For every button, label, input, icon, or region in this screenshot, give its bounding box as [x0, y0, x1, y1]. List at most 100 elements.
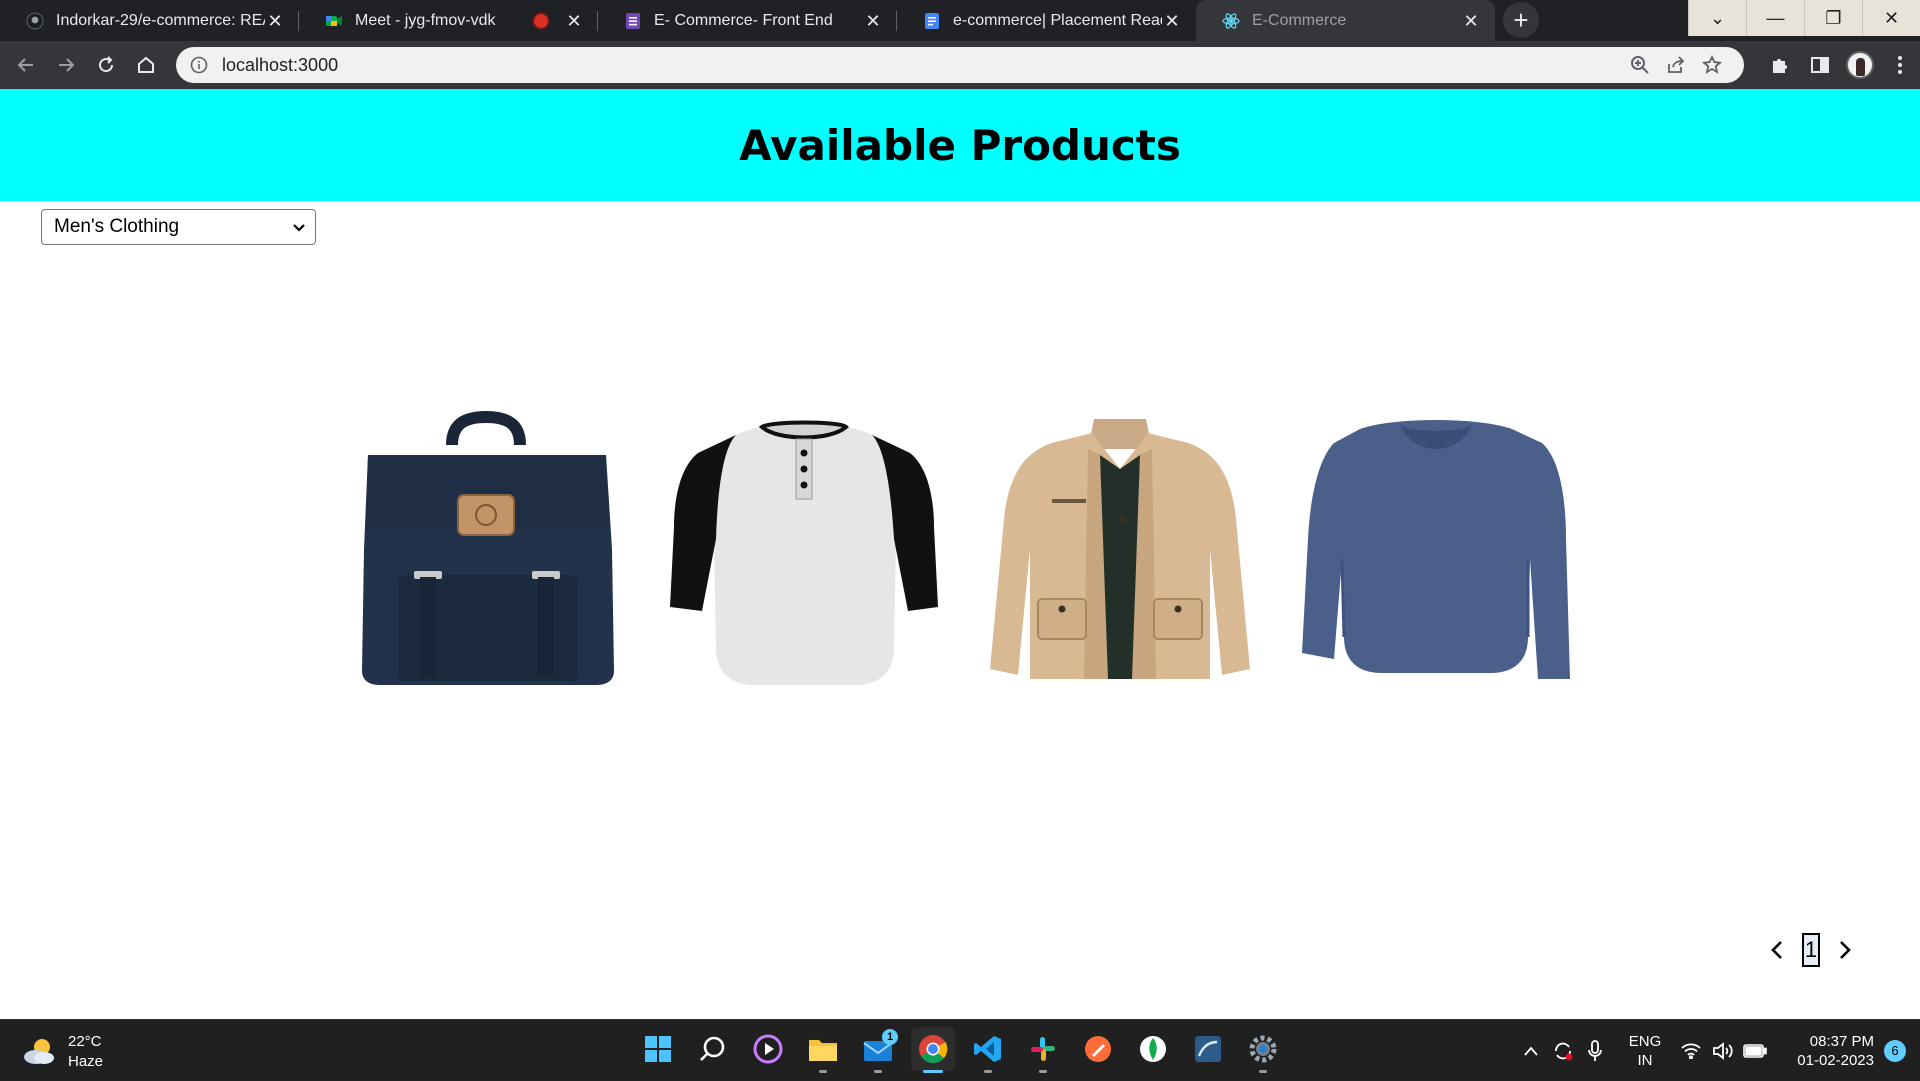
- chevron-up-icon: [1524, 1046, 1538, 1056]
- recording-icon: [534, 13, 548, 28]
- google-forms-icon: [624, 12, 642, 30]
- reload-button[interactable]: [86, 45, 126, 85]
- microphone-button[interactable]: [1579, 1031, 1611, 1071]
- tab-forms[interactable]: E- Commerce- Front End ✕: [598, 0, 897, 41]
- page-title: Available Products: [739, 120, 1181, 170]
- mail-app[interactable]: 1: [856, 1027, 900, 1073]
- close-icon[interactable]: ✕: [564, 11, 584, 31]
- clock-time: 08:37 PM: [1809, 1032, 1874, 1050]
- zoom-icon[interactable]: [1622, 49, 1658, 81]
- site-info-icon[interactable]: [190, 56, 208, 74]
- product-card-tshirt[interactable]: [666, 409, 941, 691]
- profile-button[interactable]: [1840, 45, 1880, 85]
- taskbar-apps: 1: [636, 1027, 1285, 1073]
- url-text[interactable]: localhost:3000: [222, 55, 1622, 76]
- mysql-workbench-app[interactable]: [1186, 1027, 1230, 1071]
- volume-button[interactable]: [1707, 1031, 1739, 1071]
- file-explorer-app[interactable]: [801, 1027, 845, 1073]
- sync-status-button[interactable]: [1547, 1031, 1579, 1071]
- tab-github[interactable]: Indorkar-29/e-commerce: REACT ✕: [0, 0, 299, 41]
- share-icon[interactable]: [1658, 49, 1694, 81]
- extensions-button[interactable]: [1760, 45, 1800, 85]
- product-card-longsleeve[interactable]: [1298, 409, 1573, 691]
- mongodb-leaf-icon: [1140, 1036, 1166, 1062]
- chrome-app[interactable]: [911, 1027, 955, 1073]
- vscode-app[interactable]: [966, 1027, 1010, 1073]
- menu-button[interactable]: [1880, 45, 1920, 85]
- weather-widget[interactable]: 22°C Haze: [22, 1032, 103, 1072]
- back-button[interactable]: [6, 45, 46, 85]
- running-indicator: [1259, 1070, 1267, 1073]
- product-card-backpack[interactable]: [350, 409, 625, 691]
- pagination: 1: [1766, 933, 1856, 967]
- tab-search-button[interactable]: ⌄: [1688, 0, 1746, 36]
- react-icon: [1222, 12, 1240, 30]
- bookmark-star-icon[interactable]: [1694, 49, 1730, 81]
- reload-icon: [99, 56, 114, 73]
- close-icon[interactable]: ✕: [863, 11, 883, 31]
- weather-condition: Haze: [68, 1053, 104, 1070]
- tab-ecommerce[interactable]: E-Commerce ✕: [1196, 0, 1495, 41]
- home-button[interactable]: [126, 45, 166, 85]
- toolbar-actions: [1760, 45, 1920, 85]
- new-tab-button[interactable]: +: [1503, 2, 1539, 38]
- google-meet-icon: [325, 12, 343, 30]
- close-icon[interactable]: ✕: [265, 11, 285, 31]
- side-panel-button[interactable]: [1800, 45, 1840, 85]
- chrome-icon: [919, 1035, 948, 1064]
- weather-temp: 22°C: [68, 1033, 102, 1050]
- battery-button[interactable]: [1739, 1031, 1771, 1071]
- product-grid: [350, 409, 1573, 691]
- search-button[interactable]: [691, 1027, 735, 1071]
- slack-app[interactable]: [1021, 1027, 1065, 1073]
- tab-title: Indorkar-29/e-commerce: REACT: [56, 11, 265, 29]
- restore-button[interactable]: ❐: [1804, 0, 1862, 36]
- close-icon[interactable]: ✕: [1162, 11, 1182, 31]
- github-icon: [26, 12, 44, 30]
- gear-icon: [1249, 1035, 1277, 1063]
- category-select[interactable]: Men's Clothing: [41, 209, 316, 245]
- tab-docs[interactable]: e-commerce| Placement Readiness ✕: [897, 0, 1196, 41]
- postman-app[interactable]: [1076, 1027, 1120, 1071]
- avatar: [1846, 51, 1874, 79]
- product-image-jacket: [990, 419, 1250, 679]
- chevron-left-icon: [1771, 941, 1782, 959]
- mongodb-compass-app[interactable]: [1131, 1027, 1175, 1071]
- clock-button[interactable]: 08:37 PM 01-02-2023: [1797, 1032, 1874, 1070]
- play-circle-icon: [753, 1034, 783, 1064]
- arrow-right-icon: [59, 58, 75, 72]
- side-panel-icon: [1811, 57, 1829, 73]
- settings-app[interactable]: [1241, 1027, 1285, 1073]
- product-card-jacket[interactable]: [982, 409, 1257, 691]
- address-bar[interactable]: localhost:3000: [176, 47, 1744, 83]
- product-image-backpack: [362, 410, 614, 685]
- active-indicator: [923, 1070, 943, 1073]
- network-button[interactable]: [1675, 1031, 1707, 1071]
- prev-page-button[interactable]: [1766, 939, 1788, 961]
- product-image-longsleeve: [1302, 420, 1570, 679]
- show-hidden-icons-button[interactable]: [1515, 1031, 1547, 1071]
- slack-icon: [1031, 1037, 1055, 1061]
- wifi-icon: [1681, 1043, 1701, 1059]
- notification-center-badge[interactable]: 6: [1884, 1039, 1906, 1062]
- next-page-button[interactable]: [1834, 939, 1856, 961]
- minimize-button[interactable]: —: [1746, 0, 1804, 36]
- forward-button[interactable]: [46, 45, 86, 85]
- browser-toolbar: localhost:3000: [0, 41, 1920, 89]
- input-language-button[interactable]: ENG IN: [1629, 1032, 1662, 1070]
- clock-date: 01-02-2023: [1797, 1051, 1874, 1069]
- tab-meet[interactable]: Meet - jyg-fmov-vdk ✕: [299, 0, 598, 41]
- chevron-down-icon: [293, 224, 305, 232]
- mysql-workbench-icon: [1195, 1036, 1221, 1062]
- running-indicator: [1039, 1070, 1047, 1073]
- search-icon: [700, 1036, 725, 1061]
- close-window-button[interactable]: ✕: [1862, 0, 1920, 36]
- weather-haze-icon: [24, 1039, 54, 1064]
- page-header: Available Products: [0, 89, 1920, 201]
- battery-charging-icon: [1743, 1043, 1768, 1058]
- page-number-button[interactable]: 1: [1802, 933, 1820, 967]
- media-player-app[interactable]: [746, 1027, 790, 1071]
- start-button[interactable]: [636, 1027, 680, 1071]
- close-icon[interactable]: ✕: [1461, 11, 1481, 31]
- tab-title: e-commerce| Placement Readiness: [953, 11, 1162, 29]
